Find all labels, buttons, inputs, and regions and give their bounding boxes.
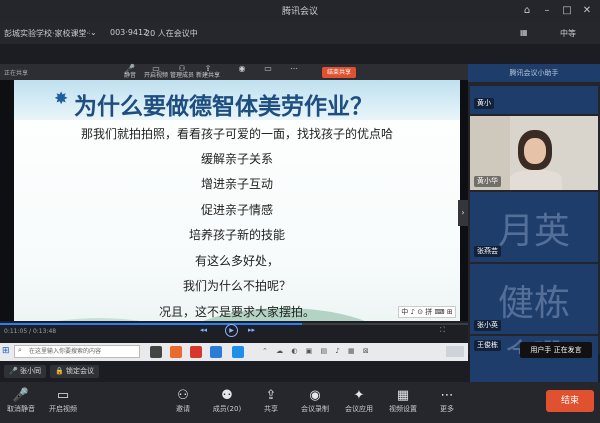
slide-line: 缓解亲子关系 xyxy=(200,152,273,166)
record-icon[interactable]: ◉ xyxy=(230,65,254,79)
slide-line: 促进亲子情感 xyxy=(200,203,273,217)
slide-line: 我们为什么不拍呢？ xyxy=(182,279,291,293)
toolbar-item-mute[interactable]: 🎤 静音 xyxy=(118,65,142,79)
participant-name: 张小英 xyxy=(474,320,501,331)
record-button[interactable]: ◉ 会议录制 xyxy=(294,387,336,414)
speaking-toast: 用户手 正在发言 xyxy=(520,342,592,358)
slide-line: 培养孩子新的技能 xyxy=(188,228,285,242)
participant-name: 张燕芸 xyxy=(474,246,501,257)
play-icon[interactable]: ▶ xyxy=(225,324,238,337)
os-taskbar: ⊞ 在这里输入你要搜索的内容 ⌕ ⌃ ☁ ◐ ▣ ▤ ♪ ▦ ⊠ xyxy=(0,343,468,361)
share-icon: ⇪ xyxy=(265,388,277,403)
meeting-name[interactable]: 彭城实验学校·家校课堂·德智体美劳主题会议 xyxy=(4,28,90,39)
layout-icon: ▦ xyxy=(396,388,410,403)
participant-name: 黄小华 xyxy=(474,176,501,187)
share-toolbar: 正在共享 🎤 静音 ▭ 开启视频 ⚇ 管理成员 ⇪ 新建共享 ◉ ▭ ⋯ 结束共享 xyxy=(0,64,468,80)
end-meeting-button[interactable]: 结束 xyxy=(546,390,594,412)
ime-toolbar[interactable]: 中 ♪ ⊙ 拼 ⌨ ⊞ xyxy=(398,306,456,318)
participant-count: 20 人在会议中 xyxy=(145,29,198,38)
record-icon: ◉ xyxy=(309,388,321,403)
notification-icon[interactable] xyxy=(446,346,464,357)
grid-icon[interactable]: ▦ xyxy=(520,28,528,37)
minimize-icon[interactable]: – xyxy=(540,4,554,18)
seek-progress xyxy=(0,323,302,325)
title-bar: 腾讯会议 ⌂ – □ ✕ xyxy=(0,0,600,22)
layout-button[interactable]: ▦ 视频设置 xyxy=(382,387,424,414)
screen-icon[interactable]: ▭ xyxy=(256,65,280,79)
slide-line: 有这么多好处， xyxy=(194,254,279,268)
chevron-right-icon[interactable]: › xyxy=(458,200,468,226)
toolbar-item-video[interactable]: ▭ 开启视频 xyxy=(144,65,168,79)
participant-name: 黄小 xyxy=(474,98,494,109)
panel-top-tile: 腾讯会议小助手 xyxy=(468,64,600,82)
apps-button[interactable]: ✦ 会议应用 xyxy=(338,387,380,414)
mic-icon: 🎤 xyxy=(12,388,30,403)
taskbar-app[interactable] xyxy=(232,346,244,358)
local-status-bar: 🎤 张小同 🔒 锁定会议 xyxy=(0,361,468,382)
share-button[interactable]: ⇪ 共享 xyxy=(250,387,292,414)
chevron-down-icon[interactable]: ⌄ xyxy=(90,28,97,37)
fullscreen-icon[interactable]: ⛶ xyxy=(440,326,445,335)
stop-share-button[interactable]: 结束共享 xyxy=(322,67,356,78)
taskbar-app[interactable] xyxy=(170,346,182,358)
more-icon: ⋯ xyxy=(440,388,454,403)
taskbar-search-input[interactable]: 在这里输入你要搜索的内容 xyxy=(14,345,140,358)
more-icon[interactable]: ⋯ xyxy=(282,65,306,79)
participant-tile[interactable]: 月英 张燕芸 xyxy=(470,192,598,262)
person-face xyxy=(524,138,546,164)
windows-start-icon[interactable]: ⊞ xyxy=(2,346,10,356)
local-mic-status[interactable]: 🎤 张小同 xyxy=(4,365,46,378)
participant-video-tile[interactable]: 黄小华 xyxy=(470,116,598,190)
close-icon[interactable]: ✕ xyxy=(580,4,594,18)
lock-meeting[interactable]: 🔒 锁定会议 xyxy=(50,365,99,378)
video-button[interactable]: ▭ 开启视频 xyxy=(42,387,84,414)
camera-icon: ▭ xyxy=(56,388,70,403)
participant-tile[interactable]: 黄小 xyxy=(470,86,598,114)
share-status: 正在共享 xyxy=(4,70,29,77)
meeting-control-bar: 🎤 取消静音 ▭ 开启视频 ⚇ 邀请 ⚉ 成员(20) ⇪ 共享 ◉ 会议录制 ✦ 会议应用 … xyxy=(0,382,600,423)
playback-time: 0:11:05 / 0:13:48 xyxy=(4,328,57,335)
participant-panel: 腾讯会议小助手 黄小 黄小华 月英 张燕芸 健栋 张小英 金珊 王俊栋 xyxy=(468,64,600,354)
participant-tile-lower xyxy=(470,354,598,382)
taskbar-app[interactable] xyxy=(150,346,162,358)
view-label[interactable]: 中等 xyxy=(560,28,576,39)
slide-line: 那我们就拍拍照，看看孩子可爱的一面，找找孩子的优点哈 xyxy=(80,127,393,141)
mic-icon: 🎤 xyxy=(9,367,18,375)
members-button[interactable]: ⚉ 成员(20) xyxy=(206,387,248,414)
pin-icon[interactable]: ⌂ xyxy=(520,4,534,18)
apps-icon: ✦ xyxy=(353,388,365,403)
taskbar-app[interactable] xyxy=(190,346,202,358)
more-button[interactable]: ⋯ 更多 xyxy=(426,387,468,414)
participant-tile[interactable]: 健栋 张小英 xyxy=(470,264,598,334)
next-icon[interactable]: ▸▸ xyxy=(248,326,255,334)
stage-gap xyxy=(0,44,468,64)
prev-icon[interactable]: ◂◂ xyxy=(200,326,207,334)
system-tray-icons[interactable]: ⌃ ☁ ◐ ▣ ▤ ♪ ▦ ⊠ xyxy=(262,347,412,357)
search-icon: ⌕ xyxy=(18,346,22,354)
avatar-text: 健栋 xyxy=(497,283,570,324)
members-icon: ⚉ xyxy=(221,388,233,403)
star-icon: ✸ xyxy=(54,89,69,109)
taskbar-app[interactable] xyxy=(210,346,222,358)
meeting-info-bar: 彭城实验学校·家校课堂·德智体美劳主题会议 ⌄ 003·9412 20 人在会议… xyxy=(0,22,600,44)
slide-line: 增进亲子互动 xyxy=(200,177,273,191)
invite-icon: ⚇ xyxy=(177,388,189,403)
toolbar-item-members[interactable]: ⚇ 管理成员 xyxy=(170,65,194,79)
meeting-id: 003·9412 xyxy=(110,28,149,37)
slide-heading: 为什么要做德智体美劳作业？ xyxy=(74,94,373,120)
mute-button[interactable]: 🎤 取消静音 xyxy=(0,387,42,414)
slide-line: 况且，这不是要求大家摆拍。 xyxy=(158,305,315,319)
lock-icon: 🔒 xyxy=(55,367,64,375)
invite-button[interactable]: ⚇ 邀请 xyxy=(162,387,204,414)
maximize-icon[interactable]: □ xyxy=(560,4,574,18)
person-shoulders xyxy=(510,170,562,190)
window-title: 腾讯会议 xyxy=(281,7,318,17)
toolbar-item-new-share[interactable]: ⇪ 新建共享 xyxy=(196,65,220,79)
participant-name: 王俊栋 xyxy=(474,340,501,351)
